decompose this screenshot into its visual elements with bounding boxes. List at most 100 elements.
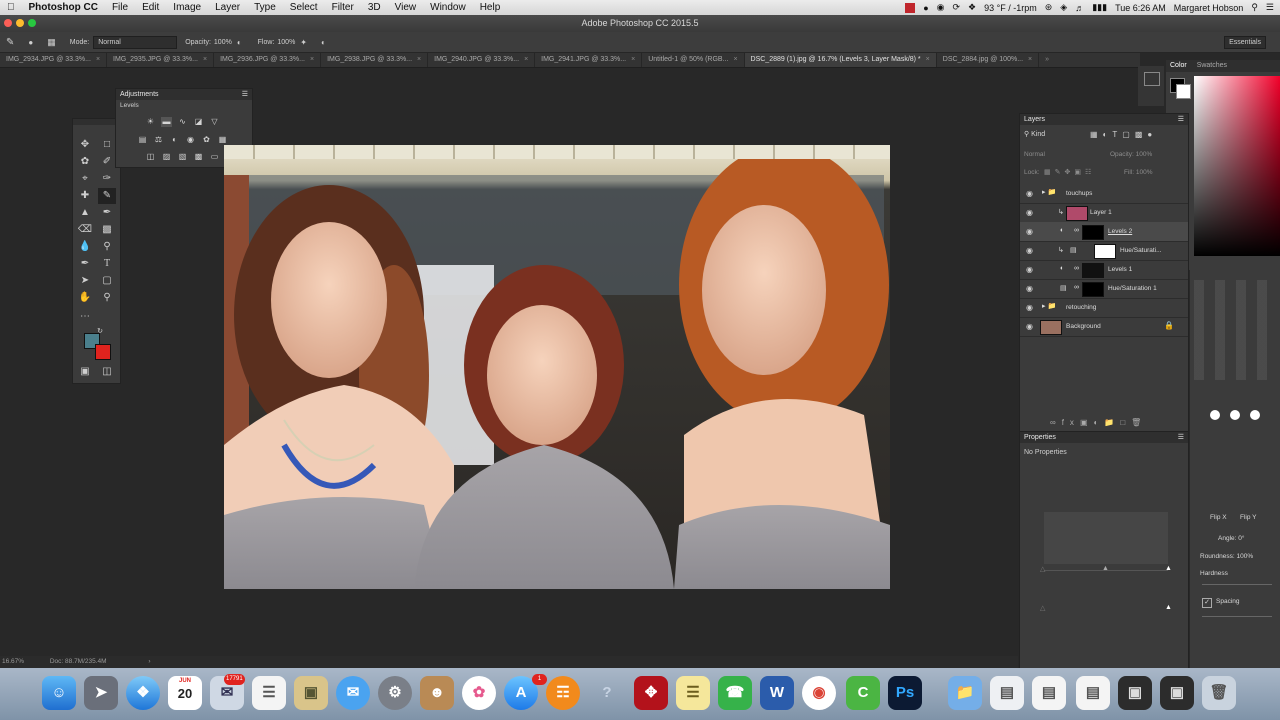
photos-icon[interactable]: ✿: [462, 676, 496, 710]
threshold-icon[interactable]: ▧: [177, 152, 188, 162]
layer-row-background[interactable]: ◉ Background 🔒: [1020, 317, 1188, 337]
acrobat-icon[interactable]: ✥: [634, 676, 668, 710]
zoom-window-icon[interactable]: [28, 19, 36, 27]
layer-mask-thumbnail[interactable]: [1082, 282, 1104, 297]
spacing-slider[interactable]: [1202, 616, 1272, 617]
lock-icon[interactable]: 🔒: [1164, 321, 1174, 330]
opacity-value[interactable]: 100%: [214, 39, 232, 46]
move-tool-icon[interactable]: ✥: [76, 137, 94, 153]
visibility-eye-icon[interactable]: ◉: [1026, 189, 1033, 198]
type-tool-icon[interactable]: T: [98, 256, 116, 272]
slider-handle-gray[interactable]: ▲: [1102, 565, 1109, 572]
doc-tab[interactable]: IMG_2935.JPG @ 33.3%... ×: [107, 53, 215, 67]
screenshot-stack-icon-2[interactable]: ▣: [1160, 676, 1194, 710]
layer-style-icon[interactable]: fx: [1062, 418, 1080, 427]
menu-help[interactable]: Help: [473, 2, 508, 13]
slider-handle-white[interactable]: ▲: [1165, 565, 1172, 572]
layer-fill[interactable]: Fill: 100%: [1124, 169, 1153, 176]
clock-text[interactable]: Tue 6:26 AM: [1115, 3, 1166, 13]
document-canvas[interactable]: [224, 145, 890, 589]
close-tab-icon[interactable]: ×: [524, 56, 528, 63]
mask-link-icon[interactable]: ∞: [1074, 284, 1079, 291]
swap-colors-icon[interactable]: ↻: [95, 327, 105, 337]
help-icon[interactable]: ?: [590, 676, 624, 710]
doc-tab[interactable]: IMG_2938.JPG @ 33.3%... ×: [321, 53, 429, 67]
visibility-eye-icon[interactable]: ◉: [1026, 265, 1033, 274]
rectangle-tool-icon[interactable]: ▢: [98, 273, 116, 289]
doc-size[interactable]: Doc: 88.7M/235.4M: [50, 658, 107, 665]
notes-icon[interactable]: ☰: [676, 676, 710, 710]
brush-tip[interactable]: [1250, 410, 1260, 420]
curves-icon[interactable]: ∿: [177, 117, 188, 127]
document-stack-icon-3[interactable]: ▤: [1076, 676, 1110, 710]
photoshop-icon[interactable]: Ps: [888, 676, 922, 710]
link-layers-icon[interactable]: ∞: [1050, 418, 1062, 427]
output-handle-white[interactable]: ▲: [1165, 604, 1172, 611]
calendar-icon[interactable]: JUN 20: [168, 676, 202, 710]
lasso-tool-icon[interactable]: ✿: [76, 154, 94, 170]
new-adjustment-icon[interactable]: ◐: [1094, 418, 1105, 427]
slider-handle-black[interactable]: △: [1040, 565, 1045, 573]
crop-tool-icon[interactable]: ⌖: [76, 171, 94, 187]
more-tabs-icon[interactable]: »: [1039, 53, 1055, 67]
tools-panel-grip[interactable]: [73, 119, 120, 125]
roundness-field[interactable]: Roundness: 100%: [1200, 553, 1253, 560]
contacts-icon[interactable]: ☻: [420, 676, 454, 710]
clone-stamp-tool-icon[interactable]: ▲: [76, 205, 94, 221]
camtasia-icon[interactable]: C: [846, 676, 880, 710]
close-tab-icon[interactable]: ×: [417, 56, 421, 63]
visibility-eye-icon[interactable]: ◉: [1026, 227, 1033, 236]
layer-row-hue-saturation-1[interactable]: ◉ ▤ ∞ Hue/Saturation 1: [1020, 279, 1188, 299]
brightness-contrast-icon[interactable]: ☀: [145, 117, 156, 127]
finder-icon[interactable]: ☺: [42, 676, 76, 710]
size-pressure-icon[interactable]: ◐: [321, 38, 326, 47]
volume-icon[interactable]: ♬: [1075, 3, 1084, 13]
menu-layer[interactable]: Layer: [208, 2, 247, 13]
menu-type[interactable]: Type: [247, 2, 283, 13]
adjustments-panel-header[interactable]: Adjustments ☰: [116, 89, 252, 100]
layer-mask-thumbnail[interactable]: [1094, 244, 1116, 259]
blend-mode-select[interactable]: Normal: [1024, 151, 1045, 158]
doc-tab[interactable]: DSC_2884.jpg @ 100%... ×: [937, 53, 1040, 67]
tab-color[interactable]: Color: [1166, 62, 1191, 69]
layer-row-retouching[interactable]: ◉ ▸ 📁 retouching: [1020, 298, 1188, 318]
doc-tab[interactable]: Untitled-1 @ 50% (RGB... ×: [642, 53, 745, 67]
brush-tool-preset-icon[interactable]: ✎: [6, 37, 14, 48]
background-color-swatch[interactable]: [95, 344, 111, 360]
path-select-tool-icon[interactable]: ➤: [76, 273, 94, 289]
menu-select[interactable]: Select: [283, 2, 325, 13]
brush-panel-toggle-icon[interactable]: ▦: [47, 37, 56, 48]
exposure-icon[interactable]: ◪: [193, 117, 204, 127]
history-brush-tool-icon[interactable]: ✒: [98, 205, 116, 221]
layer-row-touchups[interactable]: ◉ ▸ 📁 touchups: [1020, 184, 1188, 204]
brush-tool-icon[interactable]: ✎: [98, 188, 116, 204]
spotlight-icon[interactable]: ⚲: [1251, 2, 1258, 13]
new-layer-icon[interactable]: □: [1120, 418, 1131, 427]
menu-app-name[interactable]: Photoshop CC: [22, 2, 105, 13]
close-tab-icon[interactable]: ×: [733, 56, 737, 63]
facetime-icon[interactable]: ☎: [718, 676, 752, 710]
healing-brush-tool-icon[interactable]: ✚: [76, 188, 94, 204]
layer-row-hue-saturation[interactable]: ◉ ↳ ▤ Hue/Saturati...: [1020, 241, 1188, 261]
launchpad-icon[interactable]: ➤: [84, 676, 118, 710]
hand-tool-icon[interactable]: ✋: [76, 290, 94, 306]
wifi-icon[interactable]: ◈: [1060, 2, 1067, 13]
swatch-grid[interactable]: [1194, 280, 1278, 380]
color-spectrum-picker[interactable]: [1194, 76, 1280, 256]
menu-edit[interactable]: Edit: [135, 2, 166, 13]
doc-tab[interactable]: IMG_2934.JPG @ 33.3%... ×: [0, 53, 108, 67]
battery-icon[interactable]: ▮▮▮: [1092, 2, 1107, 13]
visibility-eye-icon[interactable]: ◉: [1026, 284, 1033, 293]
menu-view[interactable]: View: [388, 2, 424, 13]
properties-panel-header[interactable]: Properties ☰: [1020, 432, 1188, 443]
color-balance-icon[interactable]: ⚖: [153, 135, 164, 145]
visibility-eye-icon[interactable]: ◉: [1026, 303, 1033, 312]
document-stack-icon[interactable]: ▤: [990, 676, 1024, 710]
menu-filter[interactable]: Filter: [325, 2, 361, 13]
user-name[interactable]: Margaret Hobson: [1174, 3, 1244, 13]
more-tools-icon[interactable]: ⋯: [76, 309, 94, 325]
menu-3d[interactable]: 3D: [361, 2, 388, 13]
delete-layer-icon[interactable]: 🗑: [1131, 418, 1147, 427]
properties-panel-menu-icon[interactable]: ☰: [1178, 432, 1184, 443]
chrome-icon[interactable]: ◉: [802, 676, 836, 710]
